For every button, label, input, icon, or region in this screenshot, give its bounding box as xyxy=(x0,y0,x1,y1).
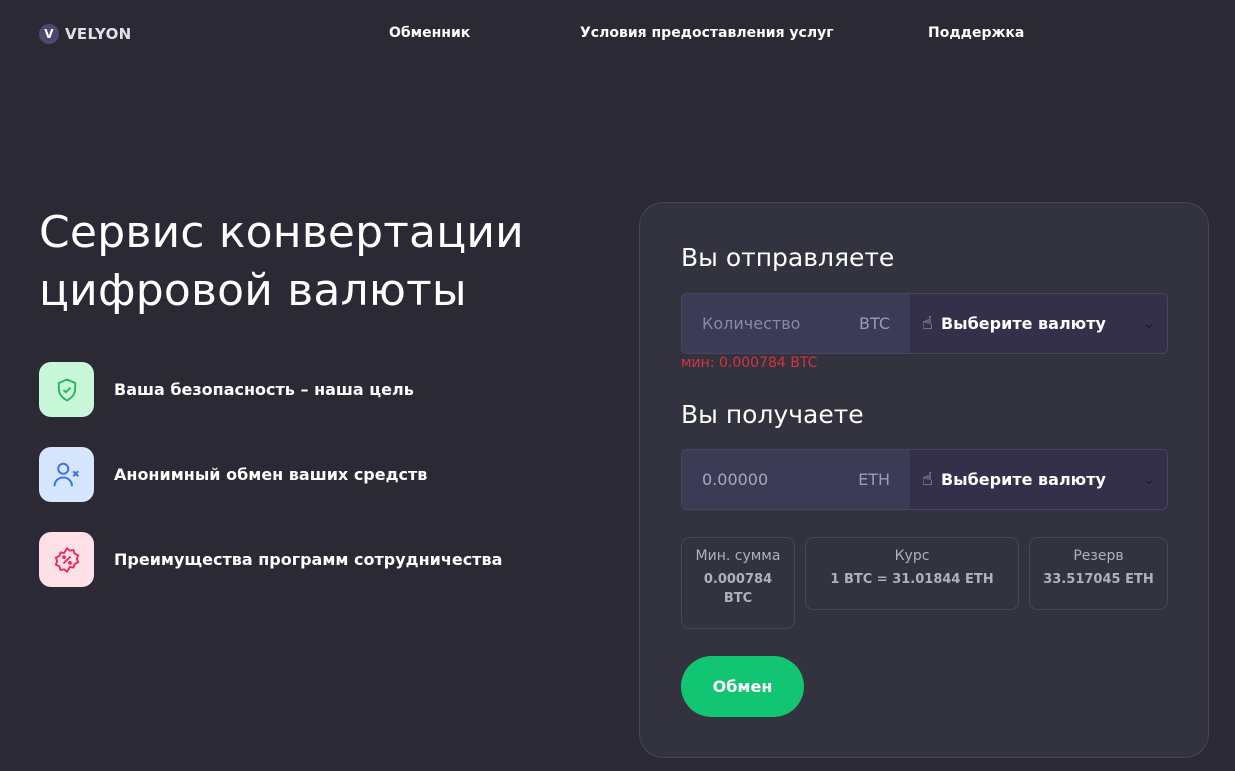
feature-security: Ваша безопасность – наша цель xyxy=(39,362,414,417)
send-field: Количество BTC ☝ Выберите валюту ⌄ xyxy=(681,293,1168,354)
send-currency-select[interactable]: ☝ Выберите валюту ⌄ xyxy=(910,294,1167,353)
select-label: Выберите валюту xyxy=(940,314,1106,333)
send-placeholder: Количество xyxy=(702,314,801,333)
chevron-down-icon: ⌄ xyxy=(1143,315,1155,332)
shield-check-icon xyxy=(39,362,94,417)
feature-anonymous: Анонимный обмен ваших средств xyxy=(39,447,427,502)
min-amount-warning: мин: 0.000784 BTC xyxy=(681,355,818,371)
receive-label: Вы получаете xyxy=(681,400,864,429)
logo-mark: V xyxy=(39,24,59,44)
exchange-card: Вы отправляете Количество BTC ☝ Выберите в… xyxy=(639,202,1209,758)
hand-pointer-icon: ☝ xyxy=(922,313,933,334)
receive-field: 0.00000 ETH ☝ Выберите валюту ⌄ xyxy=(681,449,1168,510)
send-currency: BTC xyxy=(859,314,890,333)
nav-terms[interactable]: Условия предоставления услуг xyxy=(580,25,834,41)
receive-amount-input[interactable]: 0.00000 ETH xyxy=(682,450,910,509)
send-label: Вы отправляете xyxy=(681,243,895,272)
brand-name: VELYON xyxy=(65,25,132,43)
nav-support[interactable]: Поддержка xyxy=(928,25,1024,41)
rate-label: Курс xyxy=(894,548,930,564)
min-sum-value: 0.000784 BTC xyxy=(703,572,773,606)
select-label: Выберите валюту xyxy=(940,470,1106,489)
hero-title: Сервис конвертации цифровой валюты xyxy=(39,207,524,316)
min-sum-box: Мин. сумма 0.000784 BTC xyxy=(681,537,795,629)
exchange-button[interactable]: Обмен xyxy=(681,656,804,717)
feature-partners: Преимущества программ сотрудничества xyxy=(39,532,502,587)
user-x-icon xyxy=(39,447,94,502)
discount-badge-icon xyxy=(39,532,94,587)
receive-currency: ETH xyxy=(858,470,890,489)
send-amount-input[interactable]: Количество BTC xyxy=(682,294,910,353)
reserve-value: 33.517045 ETH xyxy=(1043,572,1154,587)
feature-label: Анонимный обмен ваших средств xyxy=(114,465,428,484)
reserve-label: Резерв xyxy=(1073,548,1124,564)
hand-pointer-icon: ☝ xyxy=(922,469,933,490)
feature-label: Ваша безопасность – наша цель xyxy=(114,380,414,399)
receive-value: 0.00000 xyxy=(702,470,769,489)
rate-value: 1 BTC = 31.01844 ETH xyxy=(830,572,994,587)
nav-exchange[interactable]: Обменник xyxy=(389,25,470,41)
reserve-box: Резерв 33.517045 ETH xyxy=(1029,537,1168,610)
feature-label: Преимущества программ сотрудничества xyxy=(114,550,503,569)
receive-currency-select[interactable]: ☝ Выберите валюту ⌄ xyxy=(910,450,1167,509)
rate-box: Курс 1 BTC = 31.01844 ETH xyxy=(805,537,1019,610)
chevron-down-icon: ⌄ xyxy=(1143,471,1155,488)
logo[interactable]: V VELYON xyxy=(39,24,132,44)
min-sum-label: Мин. сумма xyxy=(695,548,781,564)
